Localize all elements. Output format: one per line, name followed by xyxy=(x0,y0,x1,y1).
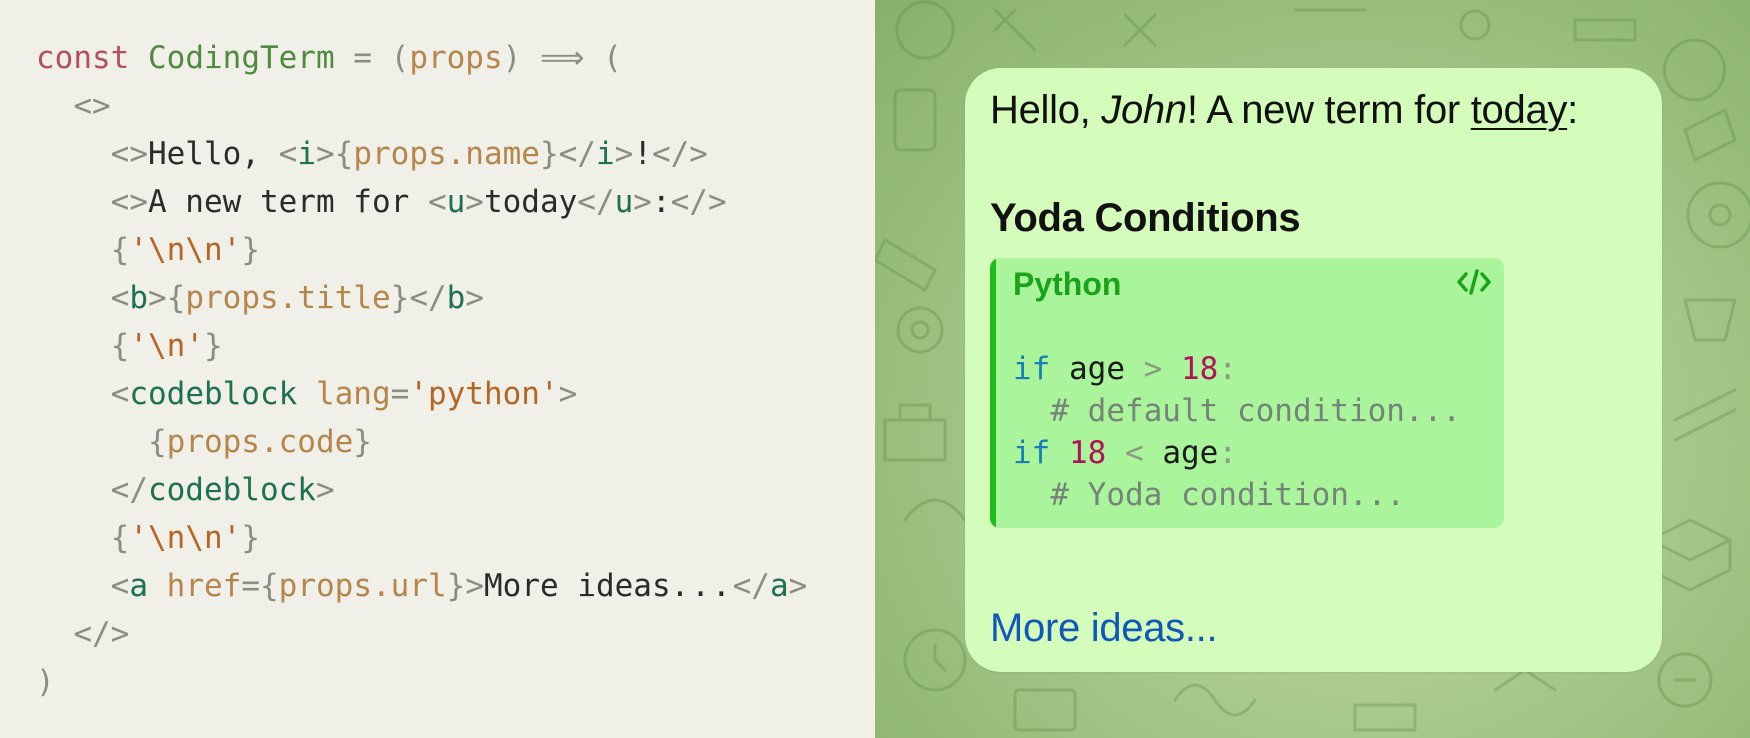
term-title: Yoda Conditions xyxy=(990,196,1301,240)
code-line-9: {props.code} xyxy=(147,424,372,460)
more-ideas-link[interactable]: More ideas... xyxy=(990,600,1218,656)
code-line-3: <>Hello, <i>{props.name}</i>!</> xyxy=(110,136,708,172)
code-line-4: <>A new term for <u>today</u>:</> xyxy=(110,184,727,220)
greeting-text: Hello, John! A new term for today: xyxy=(990,88,1578,132)
message-bubble: Hello, John! A new term for today: Yoda … xyxy=(965,68,1662,672)
code-icon[interactable] xyxy=(1456,264,1492,300)
code-line-8: <codeblock lang='python'> xyxy=(110,376,578,412)
code-line-6: <b>{props.title}</b> xyxy=(110,280,484,316)
jsx-source-code: const CodingTerm = (props) ⟹ ( <> <>Hell… xyxy=(36,34,807,706)
python-code: if age > 18: # default condition... if 1… xyxy=(1013,348,1461,516)
code-line-5: {'\n\n'} xyxy=(110,232,260,268)
code-line-14: ) xyxy=(36,664,55,700)
code-block-line: if age > 18: xyxy=(1013,351,1238,387)
code-block-line: if 18 < age: xyxy=(1013,435,1238,471)
name-italic: John xyxy=(1101,88,1187,132)
code-block-line: # default condition... xyxy=(1050,393,1461,429)
today-underlined: today xyxy=(1470,88,1568,132)
code-line-2: <> xyxy=(73,88,111,124)
code-block-language: Python xyxy=(1013,266,1122,302)
code-block-accent-bar xyxy=(990,258,996,528)
code-block: Python if age > 18: # default condition.… xyxy=(990,258,1504,528)
code-line-10: </codeblock> xyxy=(110,472,335,508)
chat-preview-pane: Hello, John! A new term for today: Yoda … xyxy=(875,0,1750,738)
code-editor-pane: const CodingTerm = (props) ⟹ ( <> <>Hell… xyxy=(0,0,875,738)
code-line-13: </> xyxy=(73,616,130,652)
code-line-1: const CodingTerm = (props) ⟹ ( xyxy=(36,40,622,76)
code-line-7: {'\n'} xyxy=(110,328,223,364)
code-block-line: # Yoda condition... xyxy=(1050,477,1405,513)
code-line-12: <a href={props.url}>More ideas...</a> xyxy=(110,568,808,604)
code-line-11: {'\n\n'} xyxy=(110,520,260,556)
